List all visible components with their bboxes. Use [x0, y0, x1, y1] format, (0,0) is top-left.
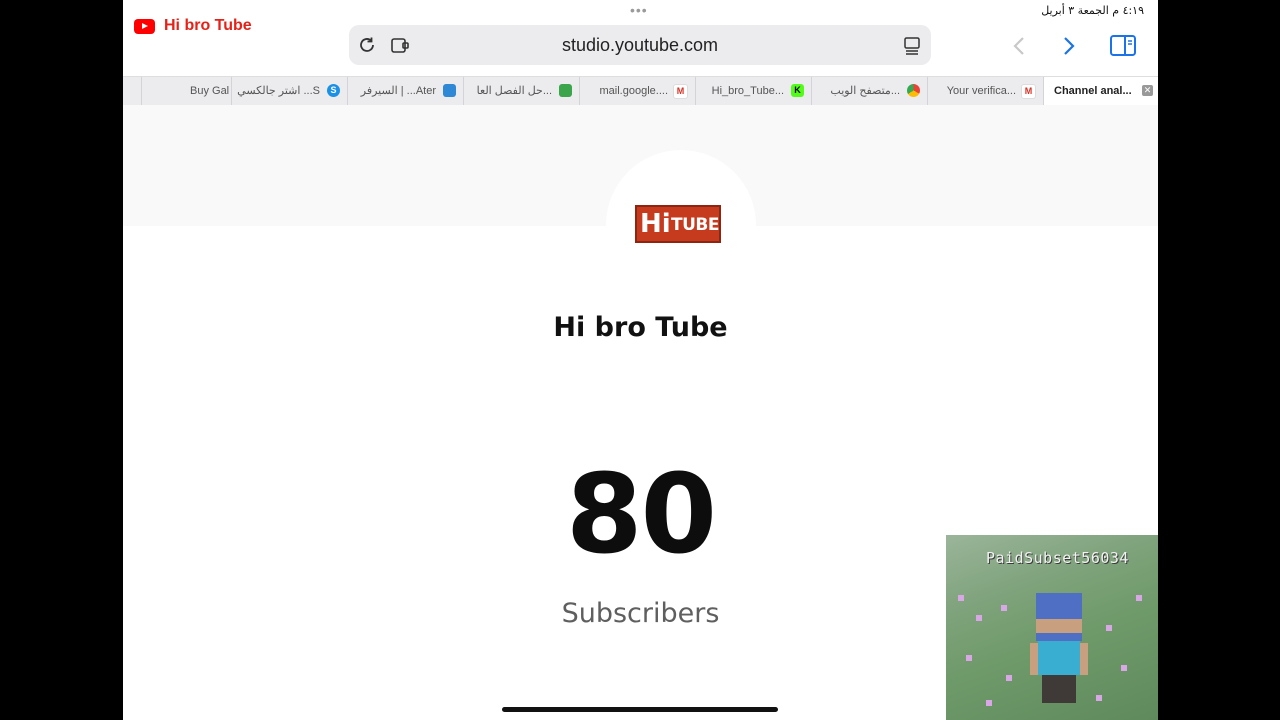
gmail-icon: M [673, 84, 688, 99]
flower [958, 595, 964, 601]
tab-bar: Buy Gal اشتر جالكسي ...S S السيرفر | ...… [123, 76, 1158, 106]
skype-icon: S [327, 84, 340, 97]
reader-mode-icon[interactable] [901, 34, 923, 56]
flower [1106, 625, 1112, 631]
address-bar[interactable]: studio.youtube.com [349, 25, 931, 65]
sidebar-icon[interactable] [1109, 34, 1137, 58]
kick-icon: K [791, 84, 804, 97]
youtube-logo-icon [134, 19, 155, 34]
flower [1006, 675, 1012, 681]
tab-buy-galaxy[interactable]: Buy Gal [141, 77, 232, 105]
channel-name: Hi bro Tube [553, 312, 728, 343]
forward-icon[interactable] [1057, 34, 1079, 58]
tab-kick[interactable]: Hi_bro_Tube... K [695, 77, 812, 105]
flower [976, 615, 982, 621]
flower [1096, 695, 1102, 701]
chrome-icon [907, 84, 920, 97]
tab-channel-analytics[interactable]: Channel anal... ✕ [1043, 77, 1158, 105]
gameplay-overlay: PaidSubset56034 [946, 535, 1158, 720]
flower [1001, 605, 1007, 611]
gmail-icon: M [1021, 84, 1036, 99]
briefcase-icon [559, 84, 572, 97]
back-icon[interactable] [1009, 34, 1031, 58]
tab-verification[interactable]: Your verifica... M [927, 77, 1044, 105]
tab-samsung[interactable]: اشتر جالكسي ...S S [231, 77, 348, 105]
player-head [1036, 593, 1082, 641]
status-time-date: ٤:١٩ م الجمعة ٣ أبريل [1041, 4, 1144, 17]
tab-gmail[interactable]: mail.google.... M [579, 77, 696, 105]
brand-name: Hi bro Tube [164, 17, 252, 34]
close-tab-icon[interactable]: ✕ [1142, 85, 1153, 96]
aternos-icon [443, 84, 456, 97]
player-face [1036, 619, 1082, 633]
brand-overlay: Hi bro Tube [123, 0, 291, 66]
player-name: PaidSubset56034 [986, 549, 1129, 567]
tab-homework[interactable]: حل الفصل العا... [463, 77, 580, 105]
url-text[interactable]: studio.youtube.com [349, 35, 931, 56]
player-body [1038, 641, 1080, 675]
player-legs [1042, 675, 1076, 703]
flower [986, 700, 992, 706]
home-indicator[interactable] [502, 707, 778, 712]
tab-aternos[interactable]: السيرفر | ...Ater [347, 77, 464, 105]
flower [966, 655, 972, 661]
channel-logo: Hi TUBE [635, 205, 721, 243]
flower [1136, 595, 1142, 601]
flower [1121, 665, 1127, 671]
tab-chrome[interactable]: متصفح الويب... [811, 77, 928, 105]
multitask-dots-icon[interactable]: ••• [630, 2, 648, 18]
